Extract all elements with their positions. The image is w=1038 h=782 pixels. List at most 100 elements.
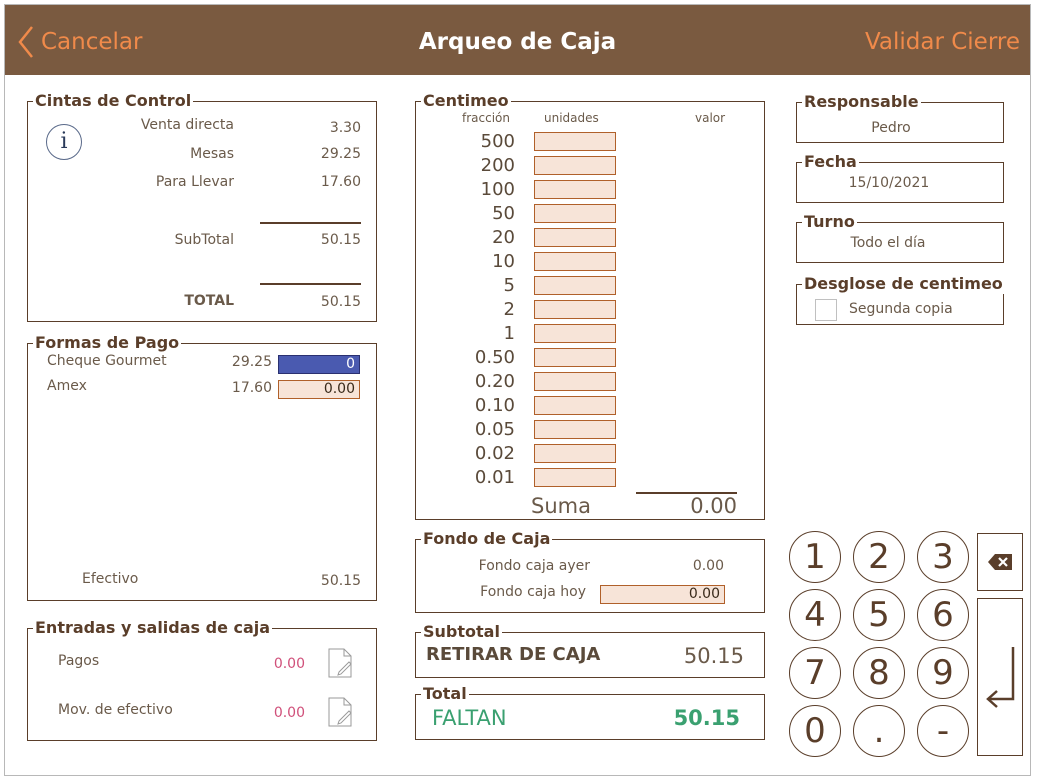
key-7[interactable]: 7	[789, 647, 841, 699]
unidades-input[interactable]	[534, 324, 616, 343]
unidades-input[interactable]	[534, 372, 616, 391]
key-5[interactable]: 5	[853, 589, 905, 641]
total-legend: Total	[421, 684, 469, 704]
key-3[interactable]: 3	[917, 531, 969, 583]
centimeo-legend: Centimeo	[421, 91, 511, 111]
entradas-row-value: 0.00	[273, 705, 305, 721]
backspace-button[interactable]	[977, 533, 1023, 591]
payment-input-cheque-gourmet[interactable]: 0	[278, 355, 360, 374]
fecha-legend: Fecha	[802, 152, 859, 172]
enter-button[interactable]	[977, 598, 1023, 756]
unidades-input[interactable]	[534, 252, 616, 271]
responsable-value: Pedro	[871, 120, 911, 136]
key-8[interactable]: 8	[853, 647, 905, 699]
fraction-label: 2	[503, 299, 515, 320]
desglose-legend: Desglose de centimeo	[802, 274, 1005, 294]
segunda-copia-checkbox[interactable]	[815, 299, 837, 321]
suma-label: Suma	[531, 494, 591, 518]
fraction-label: 500	[480, 131, 515, 152]
key-4[interactable]: 4	[789, 589, 841, 641]
fraction-label: 50	[492, 203, 515, 224]
fraction-label: 0.10	[474, 395, 515, 416]
validate-close-button[interactable]: Validar Cierre	[865, 29, 1020, 55]
fraction-label: 0.01	[474, 467, 515, 488]
payment-input-amex[interactable]: 0.00	[278, 380, 360, 399]
fondo-hoy-input[interactable]: 0.00	[600, 585, 725, 604]
key-9[interactable]: 9	[917, 647, 969, 699]
unidades-input[interactable]	[534, 180, 616, 199]
fraction-label: 0.50	[474, 347, 515, 368]
unidades-input[interactable]	[534, 444, 616, 463]
responsable-legend: Responsable	[802, 92, 921, 112]
retirar-value: 50.15	[683, 644, 744, 668]
entradas-row-label: Mov. de efectivo	[58, 702, 173, 718]
payment-method-amount: 29.25	[231, 354, 272, 370]
retirar-label: RETIRAR DE CAJA	[426, 644, 601, 665]
cintas-total-label: TOTAL	[184, 293, 234, 309]
col-fraccion-header: fracción	[462, 111, 510, 125]
payment-method-label: Amex	[47, 378, 87, 394]
cintas-row-value: 17.60	[320, 174, 361, 190]
total-rule	[260, 283, 361, 285]
fraction-label: 1	[503, 323, 515, 344]
entradas-salidas-panel: Entradas y salidas de caja	[27, 618, 377, 741]
cintas-row-label: Para Llevar	[155, 174, 234, 190]
unidades-input[interactable]	[534, 132, 616, 151]
unidades-input[interactable]	[534, 276, 616, 295]
cintas-subtotal-value: 50.15	[320, 232, 361, 248]
key-decimal[interactable]: .	[853, 705, 905, 757]
efectivo-value: 50.15	[320, 573, 361, 589]
segunda-copia-label: Segunda copia	[849, 301, 953, 317]
fondo-ayer-label: Fondo caja ayer	[478, 558, 590, 574]
unidades-input[interactable]	[534, 228, 616, 247]
efectivo-label: Efectivo	[82, 571, 139, 587]
unidades-input[interactable]	[534, 204, 616, 223]
fraction-label: 100	[480, 179, 515, 200]
backspace-icon	[988, 554, 1012, 570]
cintas-legend: Cintas de Control	[33, 91, 194, 111]
unidades-input[interactable]	[534, 300, 616, 319]
cintas-row-value: 29.25	[320, 146, 361, 162]
unidades-input[interactable]	[534, 468, 616, 487]
col-valor-header: valor	[695, 111, 726, 125]
unidades-input[interactable]	[534, 348, 616, 367]
col-unidades-header: unidades	[544, 111, 599, 125]
unidades-input[interactable]	[534, 156, 616, 175]
subtotal-legend: Subtotal	[421, 622, 502, 642]
fondo-ayer-value: 0.00	[692, 558, 724, 574]
faltan-value: 50.15	[673, 706, 740, 730]
key-minus[interactable]: -	[917, 705, 969, 757]
fondo-legend: Fondo de Caja	[421, 529, 553, 549]
suma-value: 0.00	[690, 494, 737, 518]
faltan-label: FALTAN	[432, 706, 507, 730]
key-2[interactable]: 2	[853, 531, 905, 583]
turno-value: Todo el día	[850, 235, 926, 251]
fraction-label: 0.05	[474, 419, 515, 440]
unidades-input[interactable]	[534, 420, 616, 439]
unidades-input[interactable]	[534, 396, 616, 415]
formas-legend: Formas de Pago	[33, 333, 182, 353]
entradas-row-value: 0.00	[273, 656, 305, 672]
fraction-label: 10	[492, 251, 515, 272]
cintas-row-label: Venta directa	[140, 117, 234, 133]
cintas-row-value: 3.30	[329, 120, 361, 136]
enter-icon	[986, 647, 1015, 708]
cintas-row-label: Mesas	[190, 146, 234, 162]
key-6[interactable]: 6	[917, 589, 969, 641]
payment-method-label: Cheque Gourmet	[47, 353, 167, 369]
header-bar: Cancelar Arqueo de Caja Validar Cierre	[5, 5, 1030, 75]
cintas-subtotal-label: SubTotal	[174, 232, 234, 248]
fraction-label: 5	[503, 275, 515, 296]
fecha-value: 15/10/2021	[848, 175, 930, 191]
fraction-label: 0.20	[474, 371, 515, 392]
fraction-label: 200	[480, 155, 515, 176]
edit-document-icon[interactable]	[327, 648, 353, 678]
entradas-legend: Entradas y salidas de caja	[33, 618, 273, 638]
info-icon[interactable]: i	[46, 124, 82, 160]
cintas-total-value: 50.15	[320, 294, 361, 310]
key-1[interactable]: 1	[789, 531, 841, 583]
subtotal-rule	[260, 222, 361, 224]
payment-method-amount: 17.60	[231, 380, 272, 396]
key-0[interactable]: 0	[789, 705, 841, 757]
edit-document-icon[interactable]	[327, 697, 353, 727]
